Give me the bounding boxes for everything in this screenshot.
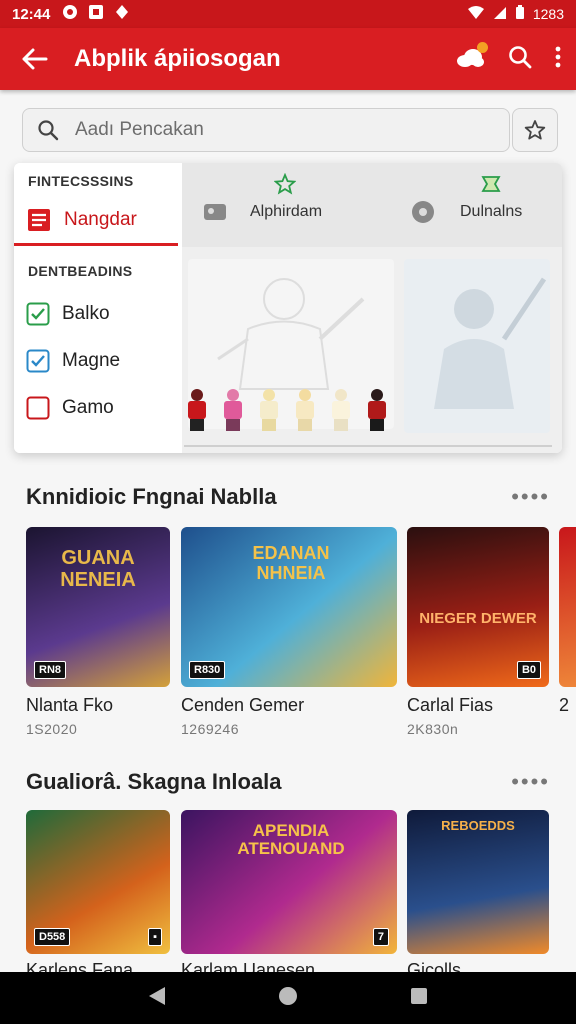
rating-badge: R830 <box>189 661 226 679</box>
section-title: Knnidioic Fngnai Nablla <box>26 484 277 509</box>
sprite-character[interactable] <box>292 389 318 431</box>
favorite-button[interactable] <box>512 108 558 152</box>
game-thumbnail: APENDIA ATENOUAND 7 <box>181 810 397 954</box>
download-count: 2K830n <box>407 721 459 737</box>
game-thumbnail: NIEGER DEWER B0 <box>407 527 549 687</box>
sprite-character[interactable] <box>328 389 354 431</box>
warrior-sketch-icon <box>434 277 547 409</box>
search-button[interactable] <box>508 45 532 74</box>
more-vert-icon <box>555 46 561 67</box>
checkbox-checked-icon <box>26 302 50 326</box>
checkbox-item[interactable]: Gamo <box>26 391 180 425</box>
notification-dot <box>477 42 488 53</box>
preview-image-2[interactable] <box>404 259 550 433</box>
search-icon <box>38 120 59 141</box>
battery-icon <box>515 5 525 23</box>
section-more-button[interactable]: •••• <box>511 484 550 510</box>
menu-section-heading: DENTBEADINS <box>28 263 133 279</box>
bookmark-icon <box>481 176 501 192</box>
record-icon <box>62 4 78 24</box>
back-button[interactable] <box>20 44 50 74</box>
search-box[interactable] <box>22 108 510 152</box>
clock-icon <box>412 201 434 223</box>
game-thumbnail: GUANA NENEIA RN8 <box>26 527 170 687</box>
nav-back-button[interactable] <box>147 985 167 1012</box>
app-bar: Abplik ápiiosogan <box>0 28 576 90</box>
game-thumbnail: EDANAN NHNEIA R830 <box>181 527 397 687</box>
menu-item-active[interactable]: Nangdar <box>26 203 180 237</box>
overflow-menu-button[interactable] <box>554 46 562 73</box>
rating-badge: RN8 <box>34 661 67 679</box>
game-name: 2 <box>559 695 570 715</box>
game-thumbnail <box>559 527 576 687</box>
download-count: 1269246 <box>181 721 240 737</box>
game-thumbnail: REBOEDDS <box>407 810 549 954</box>
search-input[interactable] <box>73 118 477 142</box>
scroll-indicator <box>184 445 552 447</box>
thumbnail-art-text: APENDIA ATENOUAND <box>237 821 345 858</box>
thumbnail-art-text: REBOEDDS <box>441 818 515 833</box>
thumbnail-art-text: NIEGER DEWER <box>419 610 537 627</box>
star-icon <box>524 120 546 140</box>
page-title: Abplik ápiiosogan <box>74 45 281 72</box>
checkbox-checked-icon <box>26 349 50 373</box>
square-recents-icon <box>411 987 427 1004</box>
tab-label: Dulnalns <box>460 203 523 220</box>
system-nav-bar <box>0 972 576 1024</box>
game-name: Carlal Fias <box>407 695 494 715</box>
thumbnail-art-text: EDANAN NHNEIA <box>252 543 330 583</box>
battery-text: 1283 <box>532 6 564 22</box>
thumbnail-art-text: GUANA NENEIA <box>60 547 136 591</box>
status-time: 12:44 <box>12 5 51 23</box>
checkbox-label: Gamo <box>62 397 114 418</box>
signal-icon <box>493 6 507 23</box>
sprite-character[interactable] <box>184 389 210 431</box>
search-row <box>22 108 558 152</box>
circle-home-icon <box>279 986 297 1005</box>
nav-recents-button[interactable] <box>409 986 429 1011</box>
sprite-strip <box>184 389 390 431</box>
rating-badge: 7 <box>372 928 389 946</box>
bookmark-badge-icon: ▪ <box>148 928 162 946</box>
status-bar: 12:44 1283 <box>0 0 576 28</box>
download-count: 1S2020 <box>26 721 78 737</box>
game-thumbnail: D558 ▪ <box>26 810 170 954</box>
preview-tabs: Alphirdam Dulnalns <box>182 163 562 247</box>
game-name: Cenden Gemer <box>181 695 305 715</box>
arrow-left-icon <box>22 48 48 70</box>
cloud-notification-button[interactable] <box>456 42 488 70</box>
location-icon <box>114 4 130 24</box>
rating-badge: D558 <box>34 928 71 946</box>
search-icon <box>509 45 532 68</box>
checkbox-unchecked-icon <box>26 396 50 420</box>
nav-home-button[interactable] <box>277 985 299 1012</box>
triangle-back-icon <box>149 986 165 1005</box>
tab-dulnalns[interactable]: Dulnalns <box>410 176 523 237</box>
active-indicator <box>14 243 178 246</box>
checkbox-item[interactable]: Magne <box>26 344 180 378</box>
sprite-character[interactable] <box>220 389 246 431</box>
list-icon <box>28 209 50 231</box>
menu-item-label: Nangdar <box>64 209 137 230</box>
sprite-character[interactable] <box>256 389 282 431</box>
menu-section-heading: FINTECSSSINS <box>28 173 134 189</box>
app-notification-icon <box>88 4 104 24</box>
wifi-icon <box>467 5 485 23</box>
checkbox-label: Magne <box>62 350 121 371</box>
image-icon <box>204 204 226 220</box>
star-outline-icon <box>274 173 296 195</box>
checkbox-item[interactable]: Balko <box>26 297 180 331</box>
tab-alphirdam[interactable]: Alphirdam <box>202 173 323 237</box>
preview-pane: Alphirdam Dulnalns <box>182 163 562 453</box>
filter-dropdown: FINTECSSSINS Nangdar DENTBEADINS Balko M… <box>14 163 562 453</box>
rating-badge: B0 <box>516 661 541 679</box>
section-title: Gualiorâ. Skagna Inloala <box>26 769 282 794</box>
tab-label: Alphirdam <box>250 203 323 220</box>
filter-menu: FINTECSSSINS Nangdar DENTBEADINS Balko M… <box>14 163 180 453</box>
game-card-partial[interactable]: 2 <box>559 527 576 747</box>
section-more-button[interactable]: •••• <box>511 769 550 795</box>
game-name: Nlanta Fko <box>26 695 114 715</box>
sprite-character[interactable] <box>364 389 390 431</box>
checkbox-label: Balko <box>62 303 110 324</box>
